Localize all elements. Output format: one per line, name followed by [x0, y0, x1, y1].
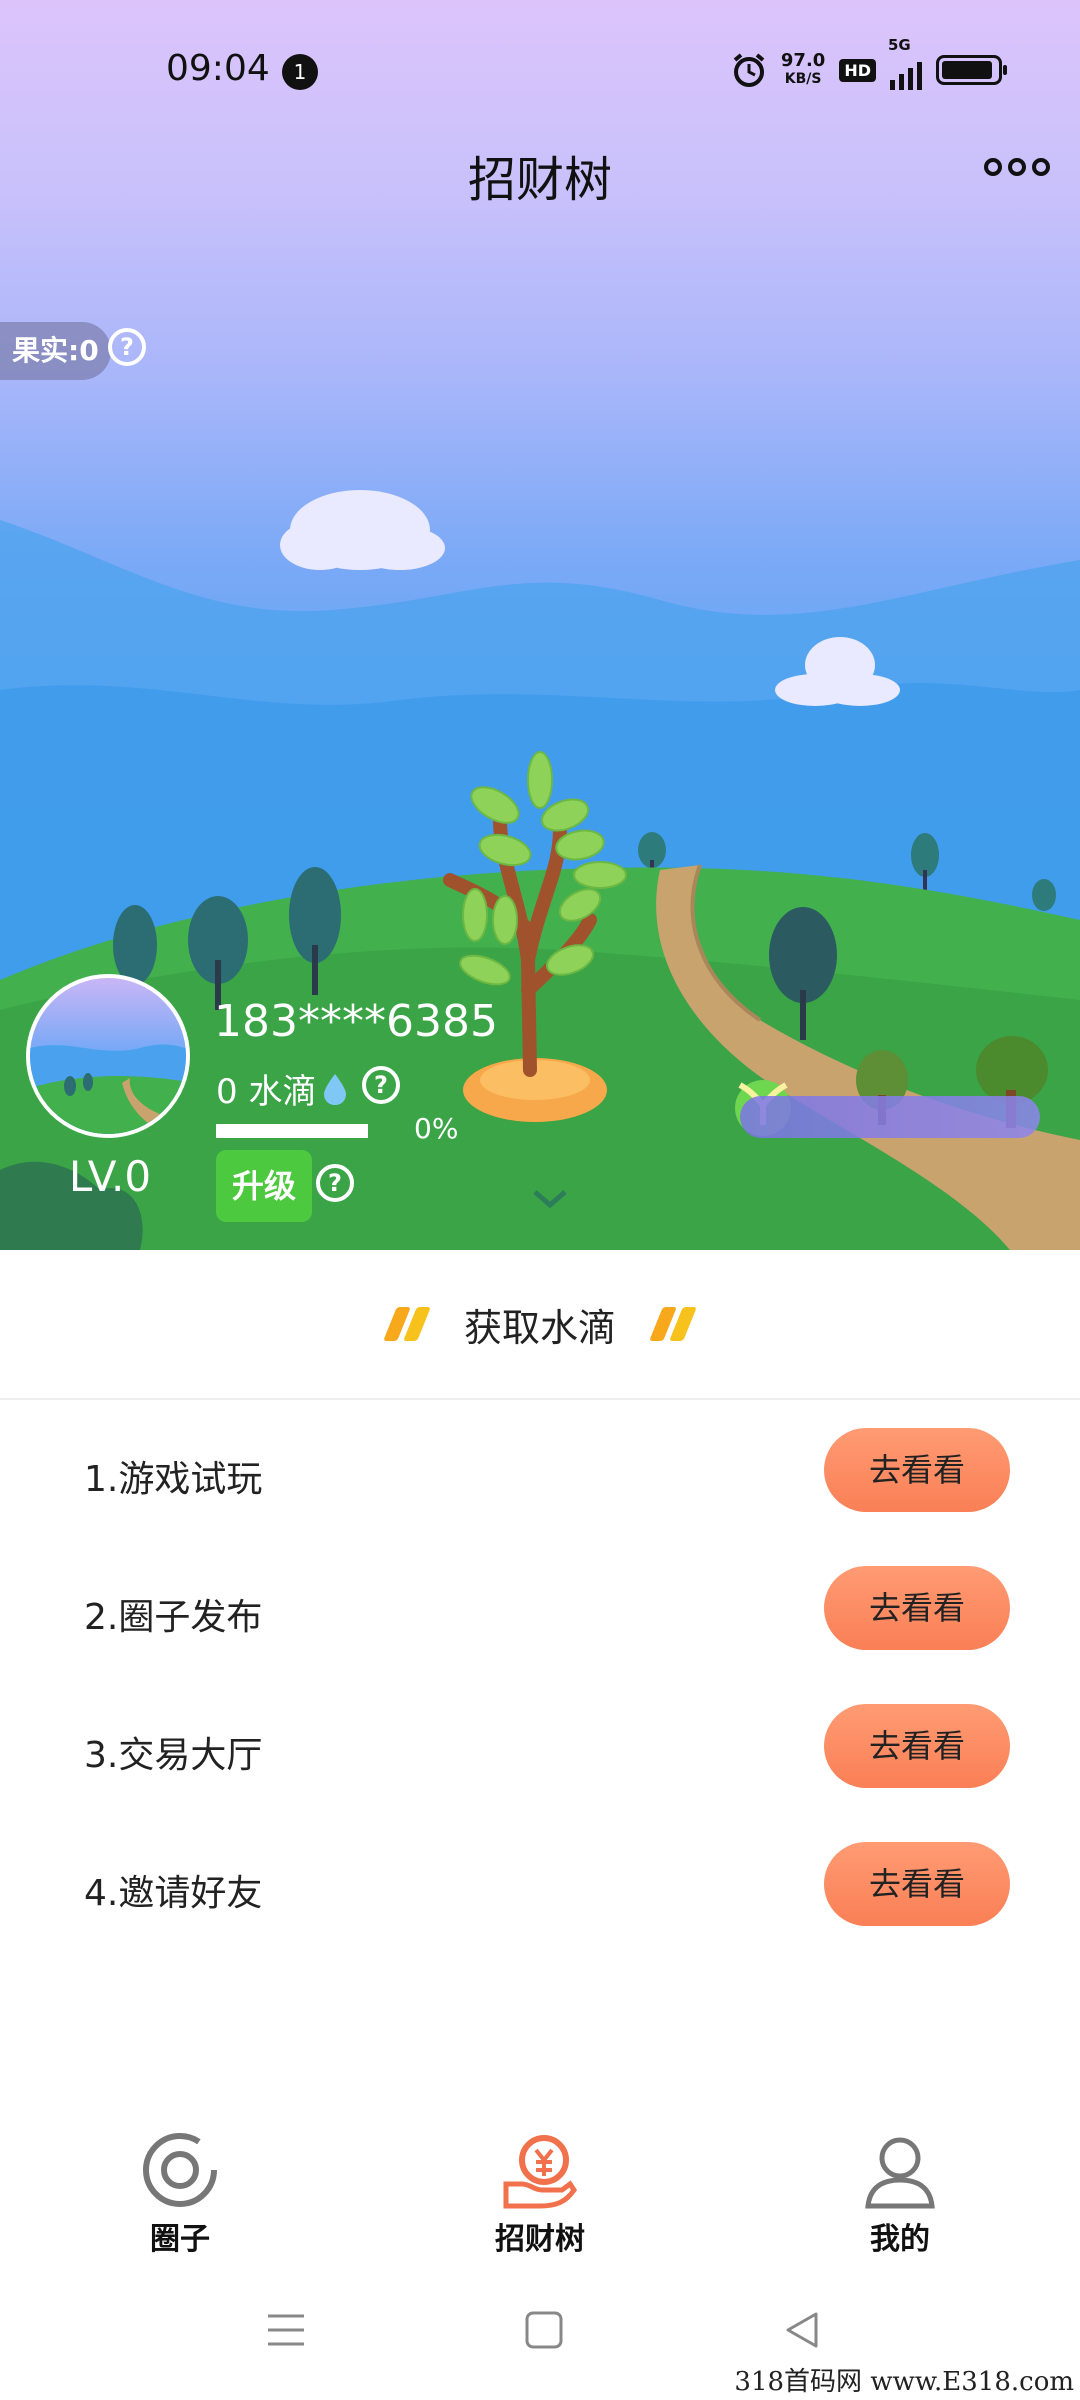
signal-icon: 5G: [888, 36, 922, 90]
go-look-button[interactable]: 去看看: [824, 1566, 1010, 1650]
task-list: 1.游戏试玩 去看看 2.圈子发布 去看看 3.交易大厅 去看看 4.邀请好友 …: [0, 1400, 1080, 1952]
task-item: 4.邀请好友 去看看: [0, 1814, 1080, 1952]
notification-badge: 1: [282, 54, 318, 90]
money-hand-icon: [503, 2135, 578, 2209]
net-speed-value: 97.0: [780, 50, 826, 71]
nav-label-money-tree: 招财树: [495, 2222, 585, 2257]
task-label: 1.游戏试玩: [84, 1459, 263, 1500]
task-item: 2.圈子发布 去看看: [0, 1538, 1080, 1676]
network-type: 5G: [888, 36, 911, 54]
more-dots-icon: [984, 158, 1002, 176]
status-time: 09:04: [166, 48, 270, 89]
task-item: 3.交易大厅 去看看: [0, 1676, 1080, 1814]
water-progress-fill: [216, 1124, 368, 1138]
water-count: 0 水滴: [216, 1072, 317, 1112]
go-look-button[interactable]: 去看看: [824, 1428, 1010, 1512]
cloud-1: [280, 490, 445, 570]
page-title: 招财树: [467, 152, 612, 208]
water-count-row: 0 水滴: [216, 1064, 348, 1113]
upgrade-button[interactable]: 升级: [216, 1150, 312, 1222]
task-label: 4.邀请好友: [84, 1873, 263, 1914]
net-speed-unit: KB/S: [784, 71, 822, 87]
nav-item-me[interactable]: 我的: [800, 2130, 1000, 2258]
fruit-help-icon[interactable]: ?: [108, 328, 146, 366]
upgrade-help-icon[interactable]: ?: [316, 1164, 354, 1202]
task-item: 1.游戏试玩 去看看: [0, 1400, 1080, 1538]
user-level: LV.0: [68, 1152, 152, 1201]
task-label: 2.圈子发布: [84, 1597, 263, 1638]
more-dot: [1032, 158, 1050, 176]
task-label: 3.交易大厅: [84, 1735, 263, 1776]
user-icon: [865, 2137, 935, 2209]
nav-label-me: 我的: [870, 2222, 930, 2257]
go-look-button[interactable]: 去看看: [824, 1704, 1010, 1788]
net-speed: 97.0 KB/S: [781, 52, 825, 88]
water-help-icon[interactable]: ?: [362, 1066, 400, 1104]
get-water-header: 获取水滴: [0, 1250, 1080, 1400]
avatar[interactable]: [26, 974, 190, 1138]
nav-item-circle[interactable]: 圈子: [80, 2130, 280, 2258]
more-dot: [1008, 158, 1026, 176]
water-drop-icon: [324, 1073, 347, 1105]
tree-scene: 09:04 1 97.0 KB/S HD 5G 招财树 果实:0 ? LV.0 …: [0, 0, 1080, 1250]
right-decoration-icon: [649, 1307, 697, 1341]
circle-icon: [143, 2133, 217, 2207]
more-options-button[interactable]: [984, 158, 1050, 176]
go-look-button[interactable]: 去看看: [824, 1842, 1010, 1926]
back-icon[interactable]: [782, 2310, 822, 2350]
growth-progress-track: [740, 1096, 1040, 1138]
menu-icon[interactable]: [266, 2310, 306, 2350]
bottom-nav: 圈子 招财树 我的: [0, 2110, 1080, 2260]
home-icon[interactable]: [524, 2310, 564, 2350]
fruit-count-badge: 果实:0: [0, 322, 111, 380]
status-bar: 09:04 1 97.0 KB/S HD 5G: [0, 0, 1080, 140]
nav-item-money-tree[interactable]: 招财树: [440, 2130, 640, 2258]
nav-label-circle: 圈子: [150, 2222, 210, 2257]
battery-icon: [936, 55, 1007, 85]
water-progress-text: 0%: [414, 1112, 459, 1145]
alarm-icon: [733, 53, 765, 87]
section-title: 获取水滴: [463, 1305, 616, 1350]
status-icons: 97.0 KB/S HD 5G: [731, 36, 1007, 92]
user-phone: 183****6385: [214, 996, 498, 1047]
hd-icon: HD: [839, 58, 876, 82]
watermark: 318首码网 www.E318.com: [734, 2367, 1074, 2397]
left-decoration-icon: [383, 1307, 431, 1341]
water-progress-bar: [216, 1124, 368, 1138]
